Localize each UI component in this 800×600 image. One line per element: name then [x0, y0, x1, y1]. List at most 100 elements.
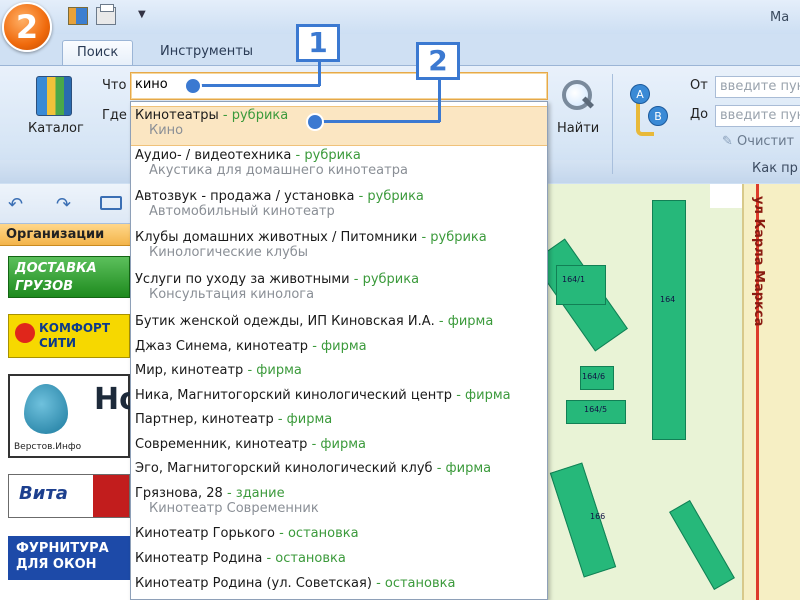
find-button[interactable]: Найти: [557, 121, 599, 136]
suggestion-name: Кинотеатр Горького: [135, 526, 276, 541]
suggestion-item[interactable]: Кинотеатр Родина - остановка: [131, 551, 547, 566]
callout-number-2: 2: [416, 42, 460, 80]
suggestion-item[interactable]: Автозвук - продажа / установка - рубрика…: [131, 189, 547, 219]
tab-search[interactable]: Поиск: [62, 40, 134, 66]
suggestion-item[interactable]: Аудио- / видеотехника - рубрика Акустика …: [131, 148, 547, 178]
nav-toolbar: ↶ ↷: [0, 184, 130, 224]
suggestion-type: - фирма: [277, 412, 333, 427]
map-white-area: [710, 184, 742, 208]
suggestion-type: - рубрика: [295, 148, 361, 163]
building-label: 164/1: [562, 275, 586, 284]
callout-line-2: [438, 80, 441, 122]
suggestion-name: Кинотеатры: [135, 108, 219, 123]
suggestion-name: Аудио- / видеотехника: [135, 148, 292, 163]
suggestion-subtitle: Акустика для домашнего кинотеатра: [149, 163, 408, 178]
building-label: 164/6: [582, 372, 606, 381]
suggestion-type: - фирма: [247, 363, 302, 378]
suggestion-name: Кинотеатр Родина: [135, 551, 263, 566]
suggestion-subtitle: Кинологические клубы: [149, 245, 309, 260]
suggestion-name: Автозвук - продажа / установка: [135, 189, 355, 204]
suggestion-item[interactable]: Грязнова, 28 - здание Кинотеатр Современн…: [131, 486, 547, 516]
suggestion-name: Услуги по уходу за животными: [135, 272, 350, 287]
suggestion-type: - рубрика: [358, 189, 424, 204]
suggestion-name: Современник, кинотеатр: [135, 437, 308, 452]
ad-verstov[interactable]: Но Верстов.Инфо: [8, 374, 140, 458]
suggestions-dropdown: Кинотеатры - рубрика Кино Аудио- / видеоте…: [130, 101, 548, 600]
callout-number-1: 1: [296, 24, 340, 62]
find-icon[interactable]: [560, 80, 596, 116]
suggestion-item[interactable]: Кинотеатр Горького - остановка: [131, 526, 547, 541]
suggestion-item[interactable]: Джаз Синема, кинотеатр - фирма: [131, 339, 547, 354]
suggestion-item[interactable]: Кинотеатры - рубрика Кино: [131, 106, 547, 146]
from-input[interactable]: введите пун: [715, 76, 800, 98]
back-arrow-icon[interactable]: ↶: [8, 194, 23, 215]
ad-vita[interactable]: Вита: [8, 474, 130, 518]
suggestion-item[interactable]: Современник, кинотеатр - фирма: [131, 437, 547, 452]
app-logo-text: 2: [15, 8, 39, 46]
organizations-header[interactable]: Организации: [0, 224, 130, 246]
suggestion-type: - остановка: [266, 551, 346, 566]
title-bar: ▼ Ма: [0, 0, 800, 34]
suggestion-item[interactable]: Кинотеатр Родина (ул. Советская) - остан…: [131, 576, 547, 591]
quick-access-dropdown-icon[interactable]: ▼: [138, 9, 146, 20]
layout-icon[interactable]: [100, 196, 122, 210]
suggestion-type: - фирма: [311, 437, 366, 452]
suggestion-name: Ника, Магнитогорский кинологический цент…: [135, 388, 453, 403]
suggestion-type: - рубрика: [353, 272, 420, 287]
clear-button[interactable]: Очистит: [722, 134, 794, 149]
suggestion-item[interactable]: Услуги по уходу за животными - рубрика Ко…: [131, 272, 547, 302]
suggestion-item[interactable]: Клубы домашних животных / Питомники - ру…: [131, 230, 547, 260]
what-label: Что: [102, 78, 127, 93]
callout-line-1: [318, 62, 321, 86]
suggestion-item[interactable]: Мир, кинотеатр - фирма: [131, 363, 547, 378]
suggestion-item[interactable]: Партнер, кинотеатр - фирма: [131, 412, 547, 427]
ad-delivery[interactable]: ДОСТАВКА ГРУЗОВ: [8, 256, 130, 298]
catalog-icon[interactable]: [36, 76, 72, 116]
suggestion-name: Бутик женской одежды, ИП Киновская И.А.: [135, 314, 435, 329]
suggestion-type: - фирма: [436, 461, 492, 476]
drop-logo-icon: [24, 384, 68, 434]
gis-icon[interactable]: [68, 7, 88, 25]
callout-line-2: [322, 120, 440, 123]
suggestion-name: Эго, Магнитогорский кинологический клуб: [135, 461, 433, 476]
from-label: От: [690, 78, 708, 93]
suggestion-name: Мир, кинотеатр: [135, 363, 244, 378]
suggestion-type: - остановка: [279, 526, 359, 541]
suggestion-item[interactable]: Ника, Магнитогорский кинологический цент…: [131, 388, 547, 403]
suggestion-subtitle: Автомобильный кинотеатр: [149, 204, 335, 219]
map-building[interactable]: [556, 265, 606, 305]
suggestion-type: - фирма: [312, 339, 367, 354]
forward-arrow-icon[interactable]: ↷: [56, 194, 71, 215]
map-building[interactable]: [652, 200, 686, 440]
route-group-label: Как пр: [752, 161, 798, 176]
ad-komfort-city[interactable]: КОМФОРТ СИТИ: [8, 314, 130, 358]
to-input[interactable]: введите пун: [715, 105, 800, 127]
callout-dot-2: [306, 113, 324, 131]
suggestion-name: Джаз Синема, кинотеатр: [135, 339, 309, 354]
app-logo[interactable]: 2: [2, 2, 52, 52]
building-label: 164/5: [584, 405, 608, 414]
suggestion-type: - рубрика: [421, 230, 487, 245]
catalog-button[interactable]: Каталог: [28, 121, 84, 136]
ad-furnitura[interactable]: ФУРНИТУРА ДЛЯ ОКОН: [8, 536, 130, 580]
tab-tools[interactable]: Инструменты: [146, 40, 267, 66]
suggestion-name: Грязнова, 28: [135, 486, 223, 501]
ribbon-separator: [612, 74, 613, 174]
suggestion-type: - остановка: [376, 576, 456, 591]
suggestion-name: Клубы домашних животных / Питомники: [135, 230, 418, 245]
street-label: ул Карла Маркса: [751, 196, 766, 327]
building-label: 164: [660, 295, 676, 304]
ribbon-tabs: Поиск Инструменты: [0, 34, 800, 66]
building-label: 166: [590, 512, 606, 521]
route-icon[interactable]: A B: [626, 84, 672, 142]
to-label: До: [690, 107, 709, 122]
suggestion-item[interactable]: Бутик женской одежды, ИП Киновская И.А. …: [131, 314, 547, 329]
where-label: Где: [102, 108, 127, 123]
callout-line-1: [200, 84, 320, 87]
suggestion-type: - здание: [226, 486, 285, 501]
suggestion-subtitle: Кинотеатр Современник: [149, 501, 319, 516]
suggestion-item[interactable]: Эго, Магнитогорский кинологический клуб …: [131, 461, 547, 476]
suggestion-type: - рубрика: [222, 108, 289, 123]
ads-panel: ДОСТАВКА ГРУЗОВ КОМФОРТ СИТИ Но Верстов.…: [0, 246, 140, 600]
print-icon[interactable]: [96, 4, 116, 25]
